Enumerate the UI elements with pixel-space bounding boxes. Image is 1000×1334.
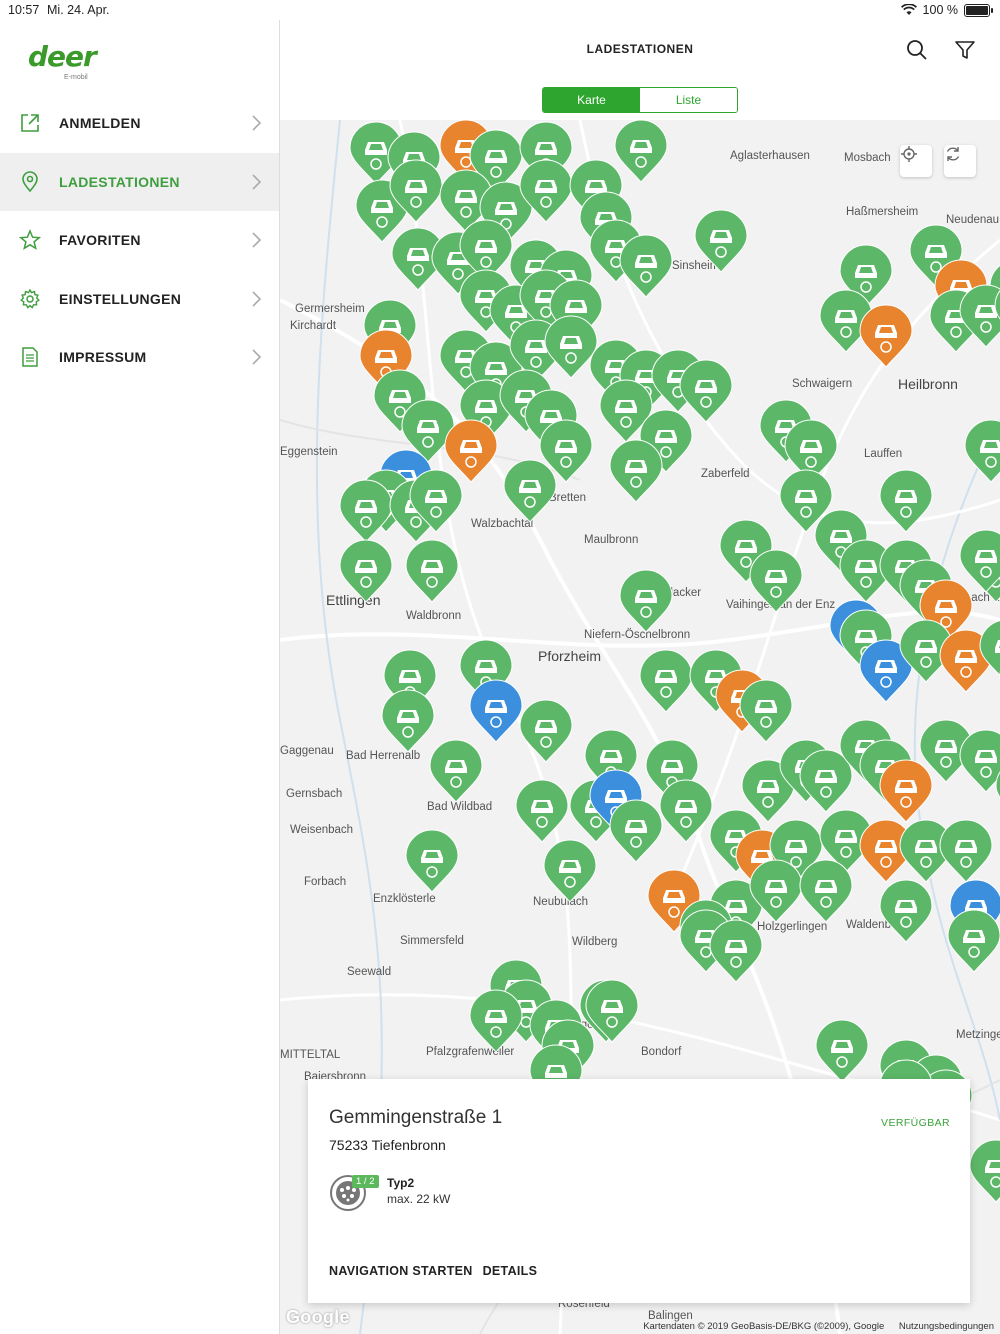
station-marker[interactable] (339, 539, 393, 603)
sidebar-item-impressum[interactable]: IMPRESSUM (0, 328, 279, 387)
station-marker[interactable] (619, 569, 673, 633)
station-marker[interactable] (519, 699, 573, 763)
station-marker[interactable] (939, 819, 993, 883)
tab-karte[interactable]: Karte (543, 88, 640, 112)
search-icon (907, 40, 927, 60)
station-marker[interactable] (619, 234, 673, 298)
chevron-right-icon (252, 232, 262, 248)
sidebar-item-label: IMPRESSUM (59, 349, 147, 366)
details-button[interactable]: DETAILS (483, 1264, 538, 1278)
station-marker[interactable] (503, 459, 557, 523)
start-navigation-button[interactable]: NAVIGATION STARTEN (329, 1264, 473, 1278)
station-marker[interactable] (947, 909, 1000, 973)
station-marker[interactable] (543, 839, 597, 903)
status-date: Mi. 24. Apr. (47, 3, 110, 17)
station-marker[interactable] (614, 120, 668, 183)
external-link-icon (21, 114, 39, 133)
sidebar-item-label: LADESTATIONEN (59, 173, 180, 190)
station-marker[interactable] (959, 729, 1000, 793)
station-marker[interactable] (515, 779, 569, 843)
station-street: Gemmingenstraße 1 (329, 1107, 503, 1128)
chevron-right-icon (252, 115, 262, 131)
sidebar-item-anmelden[interactable]: ANMELDEN (0, 94, 279, 153)
sidebar-item-label: ANMELDEN (59, 115, 141, 132)
sidebar: deer E-mobil ANMELDEN LADESTATIONEN FAVO… (0, 20, 280, 1334)
station-marker[interactable] (749, 549, 803, 613)
station-marker[interactable] (469, 989, 523, 1053)
station-marker[interactable] (679, 359, 733, 423)
station-marker[interactable] (799, 859, 853, 923)
station-marker[interactable] (694, 209, 748, 273)
map-pin-icon (22, 170, 38, 192)
station-marker[interactable] (639, 649, 693, 713)
station-marker[interactable] (544, 315, 598, 379)
station-marker[interactable] (659, 779, 713, 843)
station-marker[interactable] (709, 919, 763, 983)
sidebar-nav: ANMELDEN LADESTATIONEN FAVORITEN EINSTEL… (0, 94, 279, 387)
connector-power: max. 22 kW (387, 1192, 451, 1206)
status-badge: VERFÜGBAR (881, 1117, 950, 1129)
station-marker[interactable] (405, 539, 459, 603)
refresh-button[interactable] (944, 145, 976, 177)
star-icon (19, 229, 41, 251)
filter-button[interactable] (953, 38, 977, 62)
station-marker[interactable] (444, 419, 498, 483)
sidebar-item-favoriten[interactable]: FAVORITEN (0, 211, 279, 270)
app-logo: deer E-mobil (28, 40, 97, 81)
gear-icon (20, 288, 40, 309)
wifi-icon (900, 4, 917, 15)
document-icon (22, 347, 38, 367)
station-marker[interactable] (859, 304, 913, 368)
station-marker[interactable] (879, 879, 933, 943)
crosshair-icon (901, 146, 917, 162)
station-marker[interactable] (339, 479, 393, 543)
station-marker[interactable] (405, 829, 459, 893)
sidebar-item-einstellungen[interactable]: EINSTELLUNGEN (0, 270, 279, 329)
battery-percent: 100 % (922, 3, 958, 17)
tab-liste[interactable]: Liste (640, 88, 737, 112)
station-city: 75233 Tiefenbronn (329, 1137, 446, 1153)
locate-button[interactable] (900, 145, 932, 177)
station-marker[interactable] (969, 1139, 1000, 1203)
station-marker[interactable] (429, 739, 483, 803)
station-marker[interactable] (381, 689, 435, 753)
station-marker[interactable] (739, 679, 793, 743)
status-time: 10:57 (8, 3, 40, 17)
status-bar: 10:57 Mi. 24. Apr. 100 % (0, 0, 1000, 20)
station-marker[interactable] (879, 759, 933, 823)
chevron-right-icon (252, 174, 262, 190)
sidebar-item-label: FAVORITEN (59, 232, 141, 249)
station-marker[interactable] (959, 529, 1000, 593)
station-marker[interactable] (585, 979, 639, 1043)
station-marker[interactable] (879, 469, 933, 533)
battery-icon (964, 3, 993, 17)
refresh-icon (946, 147, 960, 161)
chevron-right-icon (252, 349, 262, 365)
station-marker[interactable] (609, 439, 663, 503)
station-marker[interactable] (469, 679, 523, 743)
view-segmented-control[interactable]: Karte Liste (542, 87, 738, 113)
connector-count-badge: 1 / 2 (352, 1175, 379, 1188)
connector-type: Typ2 (387, 1176, 415, 1190)
station-marker[interactable] (609, 799, 663, 863)
map-attribution: Kartendaten © 2019 GeoBasis-DE/BKG (©200… (643, 1321, 885, 1332)
station-detail-card[interactable]: Gemmingenstraße 1 75233 Tiefenbronn VERF… (308, 1079, 970, 1303)
sidebar-item-label: EINSTELLUNGEN (59, 290, 182, 307)
station-marker[interactable] (964, 419, 1000, 483)
terms-link[interactable]: Nutzungsbedingungen (899, 1321, 994, 1332)
sidebar-item-ladestationen[interactable]: LADESTATIONEN (0, 152, 279, 211)
filter-icon (955, 41, 975, 59)
page-title: LADESTATIONEN (586, 42, 694, 56)
station-marker[interactable] (799, 749, 853, 813)
header: LADESTATIONEN Karte Liste (280, 20, 1000, 120)
station-marker[interactable] (815, 1019, 869, 1083)
search-button[interactable] (905, 38, 929, 62)
google-logo: Google (286, 1307, 350, 1327)
chevron-right-icon (252, 291, 262, 307)
